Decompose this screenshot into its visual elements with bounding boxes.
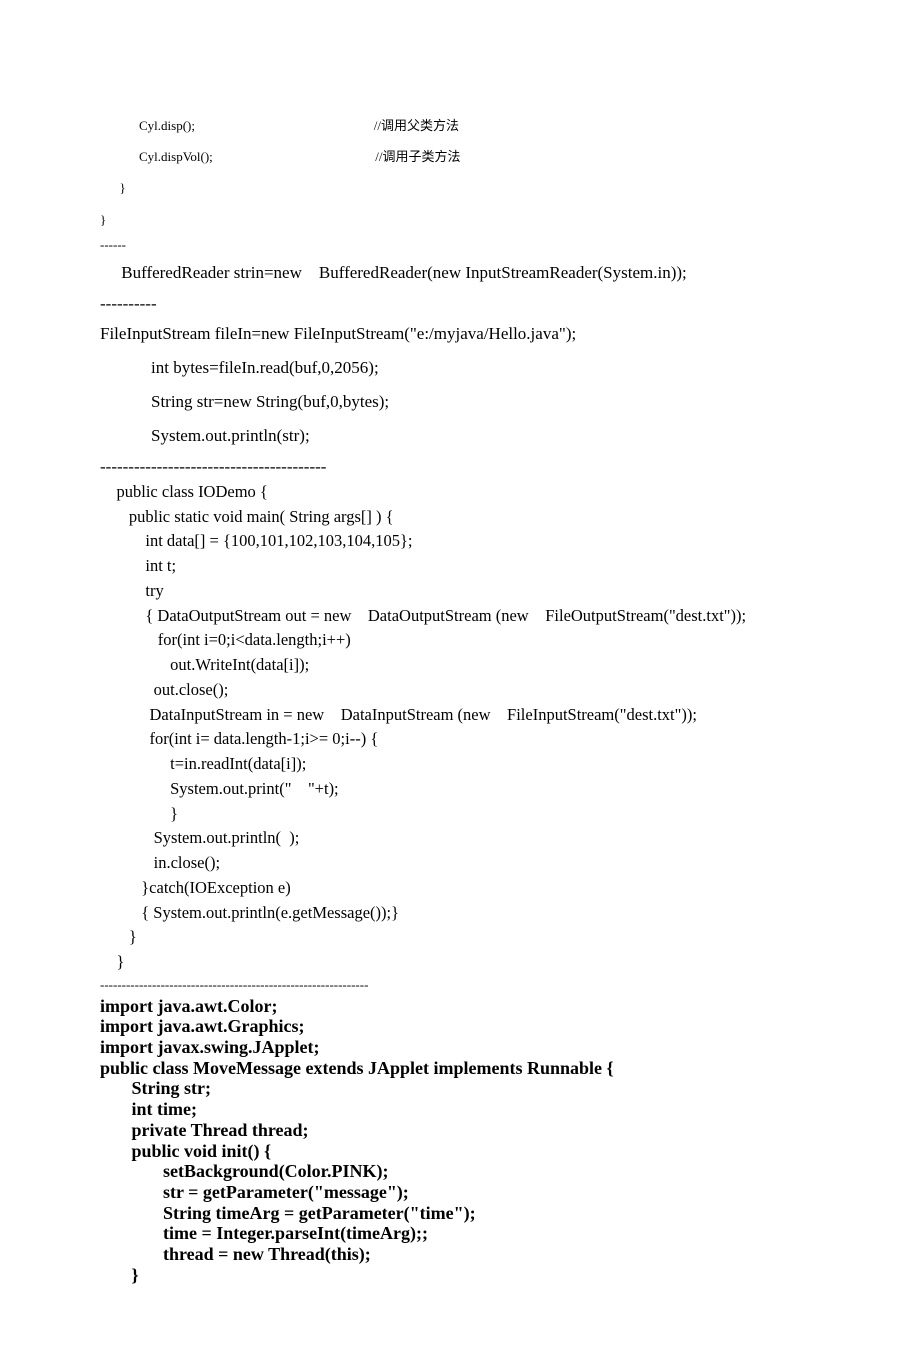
code-block-2: FileInputStream fileIn=new FileInputStre… xyxy=(100,317,860,453)
code-line: Cyl.disp(); //调用父类方法 xyxy=(100,118,459,133)
code-line: int bytes=fileIn.read(buf,0,2056); xyxy=(100,358,379,377)
code-line: for(int i= data.length-1;i>= 0;i--) { xyxy=(100,729,378,748)
code-line: } xyxy=(100,927,137,946)
code-line: for(int i=0;i<data.length;i++) xyxy=(100,630,351,649)
code-block-3: public class IODemo { public static void… xyxy=(100,480,860,975)
code-line: String str; xyxy=(100,1078,211,1098)
code-line: { System.out.println(e.getMessage());} xyxy=(100,903,399,922)
separator: ----------------------------------------… xyxy=(100,975,860,996)
code-line: } xyxy=(100,180,126,195)
code-line: import javax.swing.JApplet; xyxy=(100,1037,320,1057)
code-line: } xyxy=(100,952,124,971)
code-line: t=in.readInt(data[i]); xyxy=(100,754,306,773)
code-block-4: import java.awt.Color; import java.awt.G… xyxy=(100,996,860,1286)
code-line: in.close(); xyxy=(100,853,220,872)
code-line: out.close(); xyxy=(100,680,228,699)
code-line: { DataOutputStream out = new DataOutputS… xyxy=(100,606,746,625)
code-line: try xyxy=(100,581,164,600)
document-page: Cyl.disp(); //调用父类方法 Cyl.dispVol(); //调用… xyxy=(0,0,920,1345)
code-line: Cyl.dispVol(); //调用子类方法 xyxy=(100,149,461,164)
code-line: setBackground(Color.PINK); xyxy=(100,1161,389,1181)
code-line: public class IODemo { xyxy=(100,482,268,501)
code-line: }catch(IOException e) xyxy=(100,878,291,897)
code-line: public class MoveMessage extends JApplet… xyxy=(100,1058,614,1078)
code-line: out.WriteInt(data[i]); xyxy=(100,655,309,674)
code-line: thread = new Thread(this); xyxy=(100,1244,371,1264)
code-line: int data[] = {100,101,102,103,104,105}; xyxy=(100,531,413,550)
code-line: int time; xyxy=(100,1099,197,1119)
code-line: String timeArg = getParameter("time"); xyxy=(100,1203,476,1223)
code-line: public void init() { xyxy=(100,1141,271,1161)
code-line: DataInputStream in = new DataInputStream… xyxy=(100,705,697,724)
code-line-bufferedreader: BufferedReader strin=new BufferedReader(… xyxy=(100,256,860,290)
code-line: private Thread thread; xyxy=(100,1120,309,1140)
code-block-1: Cyl.disp(); //调用父类方法 Cyl.dispVol(); //调用… xyxy=(100,110,860,235)
code-line: } xyxy=(100,804,178,823)
code-line: import java.awt.Graphics; xyxy=(100,1016,304,1036)
code-line: } xyxy=(100,212,106,227)
separator: ---------------------------------------- xyxy=(100,453,860,480)
separator: ------ xyxy=(100,235,860,256)
code-line: FileInputStream fileIn=new FileInputStre… xyxy=(100,324,576,343)
code-line: System.out.println( ); xyxy=(100,828,299,847)
code-line: time = Integer.parseInt(timeArg);; xyxy=(100,1223,428,1243)
code-line: System.out.println(str); xyxy=(100,426,310,445)
code-line: int t; xyxy=(100,556,176,575)
code-line: String str=new String(buf,0,bytes); xyxy=(100,392,389,411)
separator: ---------- xyxy=(100,290,860,317)
code-line: import java.awt.Color; xyxy=(100,996,277,1016)
code-line: } xyxy=(100,1265,139,1285)
code-line: System.out.print(" "+t); xyxy=(100,779,339,798)
code-line: str = getParameter("message"); xyxy=(100,1182,409,1202)
code-line: public static void main( String args[] )… xyxy=(100,507,394,526)
